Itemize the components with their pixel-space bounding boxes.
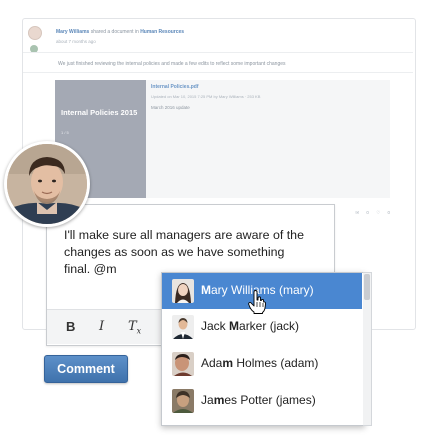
divider [23,52,413,53]
james-avatar [172,389,194,413]
divider [23,72,413,73]
post-text: We just finished reviewing the internal … [58,61,286,67]
bold-button[interactable]: B [66,319,75,334]
document-info: Updated on Mar 10, 2015 7:25 PM by Mary … [151,94,261,99]
italic-button[interactable]: I [99,319,104,334]
mention-label: Adam Holmes (adam) [201,356,319,370]
comment-count-icon[interactable]: ✉ 0 [355,210,369,215]
mention-label: Jack Marker (jack) [201,319,300,333]
mention-option-james[interactable]: James Potter (james) [162,383,362,419]
mary-avatar [172,279,194,303]
like-count-icon[interactable]: ♡ 0 [376,210,390,215]
activity-time: about 7 months ago [56,39,96,44]
activity-action: shared a document in [90,29,139,35]
mention-label: James Potter (james) [201,393,316,407]
jack-avatar [172,315,194,339]
activity-header: Mary Williams shared a document in Human… [56,29,184,35]
thumbnail-meta: 1 / 5 [61,130,69,135]
comment-button[interactable]: Comment [44,355,128,383]
scrollbar-thumb[interactable] [364,274,370,300]
activity-counters: ✉ 0 ♡ 0 [332,210,390,228]
like-count: 0 [387,210,390,215]
comment-text[interactable]: I'll make sure all managers are aware of… [64,227,314,278]
document-description: March 2016 update [151,105,190,110]
author-link[interactable]: Mary Williams [56,29,89,35]
author-avatar[interactable] [28,26,42,40]
clear-format-label: T [128,319,137,334]
document-link[interactable]: Internal Policies.pdf [151,84,199,90]
commenter-photo [4,141,90,227]
clear-format-sub: x [136,326,142,336]
clear-format-button[interactable]: Tx [128,319,141,336]
hand-cursor-icon [248,290,266,319]
comment-count: 0 [366,210,369,215]
mention-option-adam[interactable]: Adam Holmes (adam) [162,346,362,382]
thumbnail-title: Internal Policies 2015 [61,108,138,117]
adam-avatar [172,352,194,376]
group-link[interactable]: Human Resources [140,29,184,35]
